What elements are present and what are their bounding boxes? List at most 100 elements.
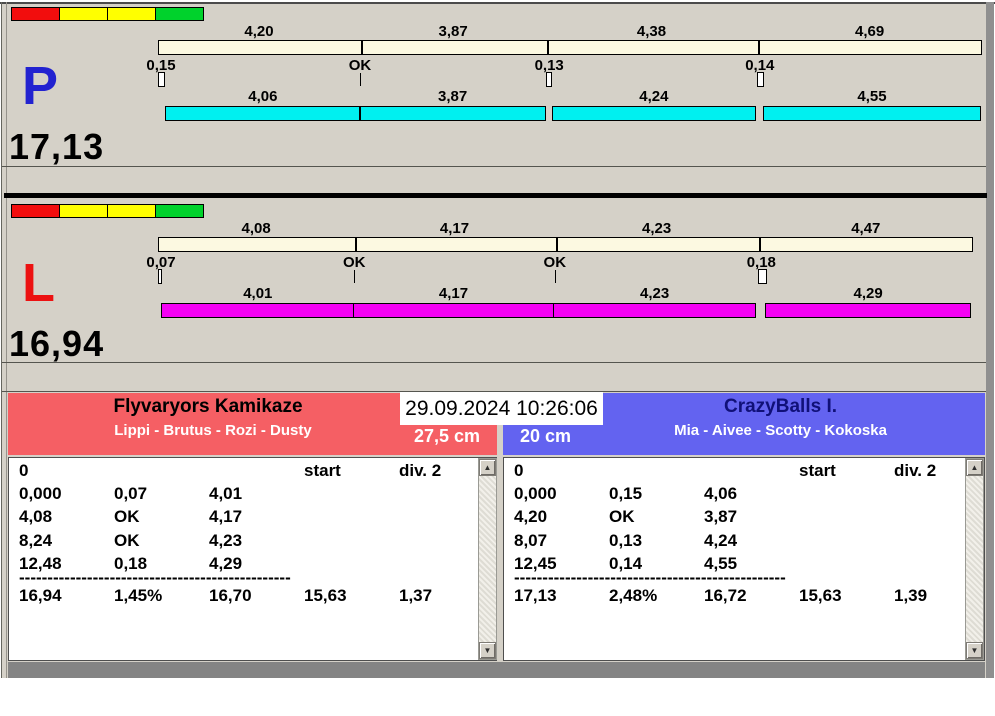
- table-cell: OK: [114, 530, 140, 550]
- jump-height-label: 20 cm: [519, 426, 572, 446]
- scroll-down-button[interactable]: ▼: [966, 642, 983, 659]
- scroll-down-icon: ▼: [483, 646, 492, 655]
- lane-total-time: 16,94: [9, 323, 105, 364]
- table-total-cell: 2,48%: [609, 586, 658, 605]
- scroll-down-icon: ▼: [970, 646, 979, 655]
- crossing-gap-indicator: [158, 72, 165, 87]
- split-boundary-tick: [355, 238, 358, 251]
- table-total-cell: 16,70: [209, 586, 252, 605]
- lane-p-underline: [2, 166, 986, 167]
- split-boundary-tick: [757, 41, 760, 54]
- table-cell: 4,08: [19, 507, 53, 527]
- gross-split-bar: [158, 40, 983, 55]
- traffic-light: [11, 7, 204, 21]
- gross-split-time-label: 4,08: [241, 220, 271, 237]
- net-split-time-label: 4,17: [438, 285, 469, 302]
- traffic-light: [11, 204, 204, 218]
- gross-split-bar: [158, 237, 974, 252]
- vertical-scrollbar-left[interactable]: ▲ ▼: [478, 458, 497, 660]
- gross-split-time-label: 4,23: [641, 220, 672, 237]
- traffic-light-cell: [107, 7, 156, 21]
- table-header-cell: 0: [514, 461, 524, 480]
- table-total-cell: 1,45%: [114, 586, 163, 605]
- lane-panel-l: 4,08 4,17 4,23 4,47 0,07 OK OK 0,18 4,01 4,17 4,23…: [0, 204, 995, 376]
- crossing-gap-indicator: [758, 269, 768, 284]
- results-list-left[interactable]: 0 start div. 2 0,000 0,07 4,01 4,08 OK 4,17 8,24 O…: [8, 457, 497, 661]
- results-list-right[interactable]: 0 start div. 2 0,000 0,15 4,06 4,20 OK 3,87 8,07 0…: [503, 457, 985, 661]
- net-split-bar-segment: [359, 106, 546, 121]
- net-split-time-label: 4,29: [853, 285, 883, 302]
- crossing-time-label: OK: [348, 57, 372, 74]
- vertical-scrollbar-right[interactable]: ▲ ▼: [965, 458, 984, 660]
- gross-split-time-label: 4,38: [636, 23, 667, 40]
- crossing-gap-indicator: [546, 72, 553, 87]
- lane-letter: L: [22, 253, 55, 313]
- table-header-cell: start: [799, 461, 836, 480]
- table-cell: 4,17: [209, 507, 243, 527]
- scroll-up-icon: ▲: [483, 463, 492, 472]
- ok-crossing-tick: [554, 270, 556, 283]
- status-bar: [8, 662, 985, 678]
- net-split-time-label: 3,87: [437, 88, 468, 105]
- net-split-time-label: 4,23: [639, 285, 670, 302]
- table-total-cell: 16,94: [19, 586, 62, 605]
- timing-app-window: 4,20 3,87 4,38 4,69 0,15 OK 0,13 0,14 4,06 3,87 4,…: [0, 0, 995, 716]
- lane-p-split-graph: 4,20 3,87 4,38 4,69 0,15 OK 0,13 0,14 4,06 3,87 4,…: [0, 7, 995, 179]
- table-cell: 0,15: [609, 484, 643, 503]
- crossing-gap-indicator: [756, 72, 764, 87]
- scroll-up-button[interactable]: ▲: [479, 459, 496, 476]
- table-header-cell: 0: [19, 461, 29, 480]
- table-total-cell: 16,72: [704, 586, 747, 605]
- team-dogs: Mia - Aivee - Scotty - Kokoska: [674, 422, 887, 439]
- team-name: CrazyBalls I.: [724, 396, 837, 417]
- lane-letter: P: [22, 56, 59, 116]
- scroll-up-button[interactable]: ▲: [966, 459, 983, 476]
- table-cell: 4,06: [704, 484, 738, 503]
- traffic-light-cell: [59, 7, 108, 21]
- net-split-time-label: 4,55: [857, 88, 887, 105]
- crossing-gap-indicator: [158, 269, 162, 284]
- net-split-time-label: 4,24: [639, 88, 669, 105]
- net-split-bar-segment: [762, 106, 982, 121]
- traffic-light-cell: [11, 204, 60, 218]
- table-cell: OK: [609, 507, 635, 527]
- table-cell: 0,000: [514, 484, 557, 503]
- net-split-bar-segment: [551, 106, 756, 121]
- table-cell: 0,000: [19, 484, 62, 503]
- team-dogs: Lippi - Brutus - Rozi - Dusty: [114, 422, 312, 439]
- traffic-light-cell: [59, 204, 108, 218]
- gross-split-time-label: 4,69: [854, 23, 885, 40]
- table-cell: 4,20: [514, 507, 548, 527]
- traffic-light-cell: [11, 7, 60, 21]
- table-cell: 4,23: [209, 530, 243, 550]
- gross-split-time-label: 3,87: [438, 23, 468, 40]
- traffic-light-cell: [155, 204, 204, 218]
- traffic-light-cell: [107, 204, 156, 218]
- crossing-time-label: OK: [342, 254, 366, 271]
- split-boundary-tick: [555, 238, 558, 251]
- net-split-time-label: 4,06: [248, 88, 278, 105]
- team-name: Flyvaryors Kamikaze: [113, 396, 303, 417]
- table-cell: 8,24: [19, 530, 53, 550]
- table-total-cell: 15,63: [304, 586, 347, 605]
- gross-split-time-label: 4,17: [439, 220, 470, 237]
- table-cell: 3,87: [704, 507, 738, 527]
- lane-divider: [4, 193, 987, 198]
- gross-split-time-label: 4,47: [851, 220, 881, 237]
- table-header-cell: start: [304, 461, 341, 480]
- traffic-light-cell: [155, 7, 204, 21]
- lane-l-underline: [2, 362, 986, 363]
- window-top-border: [0, 2, 995, 4]
- split-boundary-tick: [759, 238, 762, 251]
- net-split-time-label: 4,01: [243, 285, 273, 302]
- table-cell: 8,07: [514, 530, 548, 550]
- lane-total-time: 17,13: [9, 126, 105, 167]
- table-total-cell: 15,63: [799, 586, 842, 605]
- table-header-cell: div. 2: [894, 461, 937, 480]
- table-cell: OK: [114, 507, 140, 527]
- net-split-bar-segment: [552, 303, 757, 318]
- net-split-bar-segment: [165, 106, 361, 121]
- net-split-bar-segment: [353, 303, 554, 318]
- lane-l-split-graph: 4,08 4,17 4,23 4,47 0,07 OK OK 0,18 4,01 4,17 4,23…: [0, 204, 995, 376]
- scroll-down-button[interactable]: ▼: [479, 642, 496, 659]
